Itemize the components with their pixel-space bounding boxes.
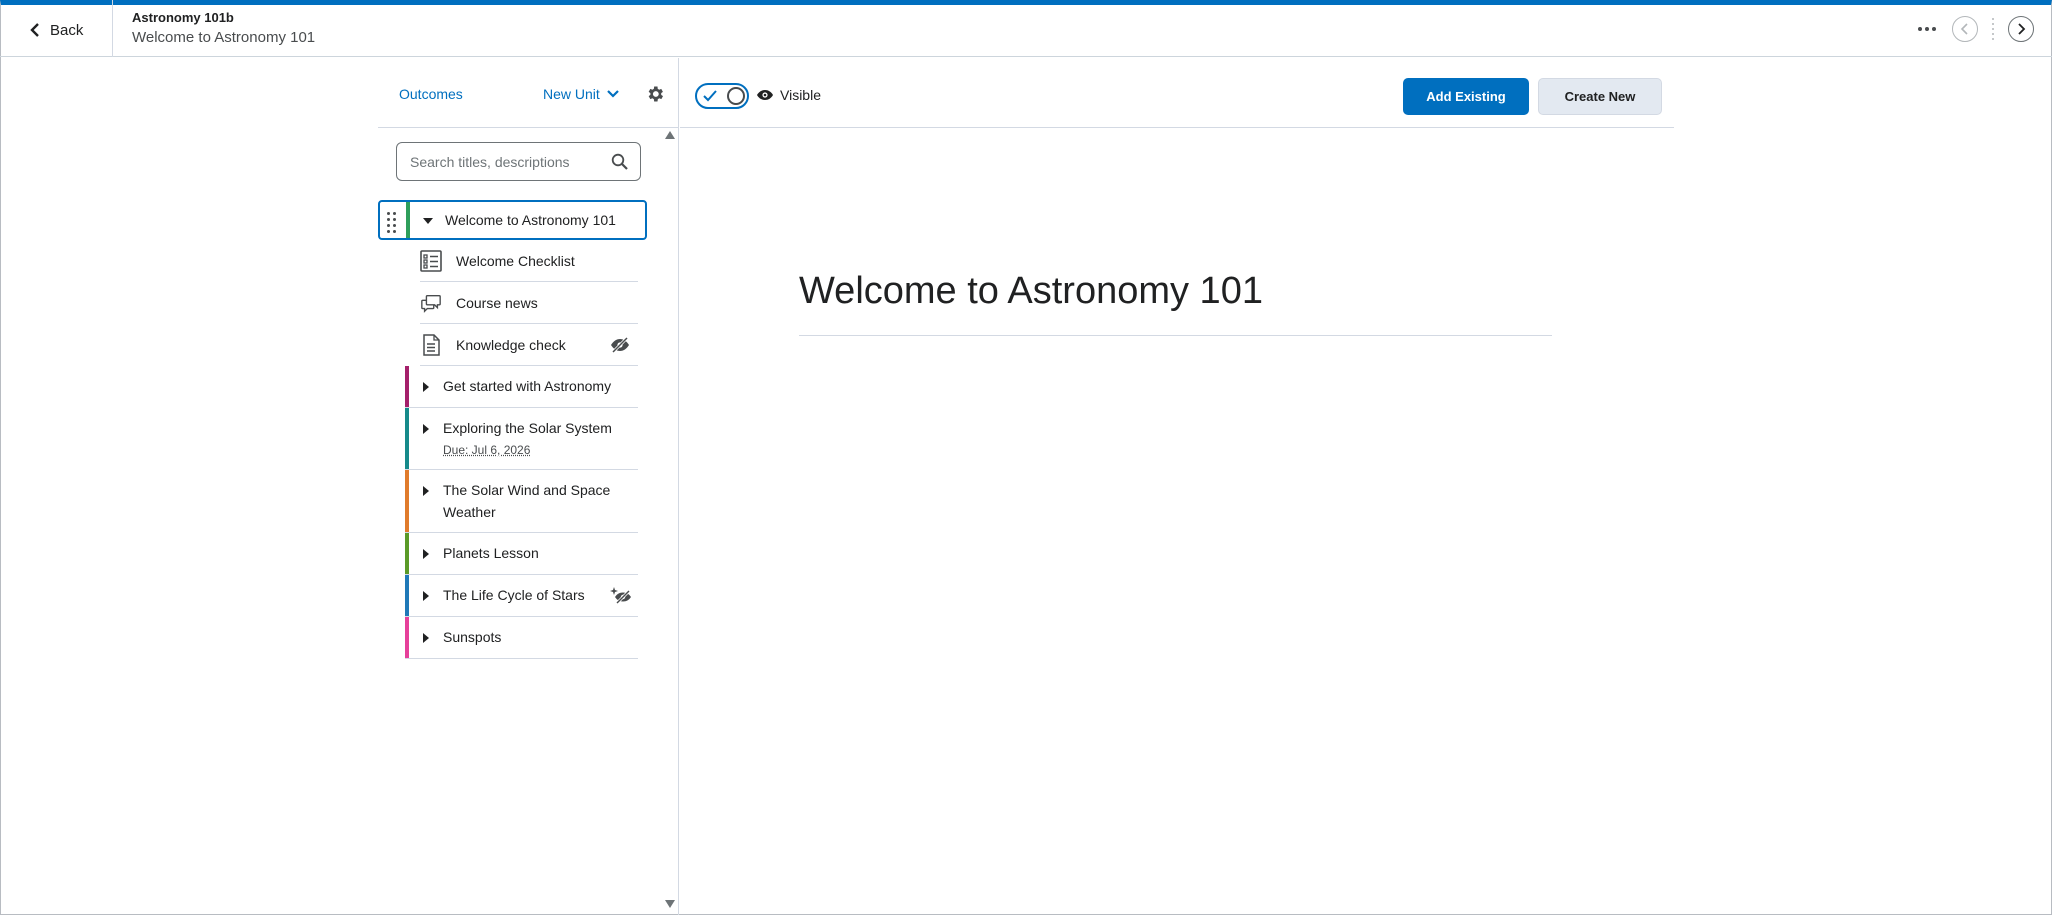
unit-title-text: Get started with Astronomy: [443, 378, 612, 394]
unit-item[interactable]: The Solar Wind and Space Weather: [405, 470, 638, 533]
chevron-left-icon: [1960, 23, 1968, 35]
unit-color-bar: [405, 408, 409, 469]
unit-color-bar: [405, 533, 409, 574]
caret-right-icon[interactable]: [419, 631, 433, 645]
content-toolbar: Visible Add Existing Create New: [680, 58, 1674, 128]
gear-icon[interactable]: [645, 84, 665, 104]
topic-knowledge-check[interactable]: Knowledge check: [420, 324, 638, 366]
caret-right-icon[interactable]: [419, 380, 433, 394]
visibility-label: Visible: [780, 87, 821, 103]
unit-color-bar: [405, 617, 409, 658]
unit-title-text: The Life Cycle of Stars: [443, 587, 585, 603]
app-window: [0, 0, 2052, 915]
add-existing-button[interactable]: Add Existing: [1403, 78, 1529, 115]
new-unit-button[interactable]: New Unit: [543, 86, 619, 102]
topic-welcome-checklist[interactable]: Welcome Checklist: [420, 240, 638, 282]
back-label: Back: [50, 21, 84, 39]
toc-header: Outcomes New Unit: [378, 58, 678, 128]
unit-title-text: Planets Lesson: [443, 545, 539, 561]
topic-title: Welcome Checklist: [456, 252, 575, 269]
unit-item[interactable]: Exploring the Solar System Due: Jul 6, 20…: [405, 408, 638, 470]
previous-button[interactable]: [1952, 16, 1978, 42]
unit-title: Planets Lesson: [443, 533, 638, 573]
sparkle-hidden-icon: [610, 586, 632, 609]
unit-item[interactable]: Planets Lesson: [405, 533, 638, 575]
unit-title: The Solar Wind and Space Weather: [443, 470, 638, 532]
unit-item[interactable]: Get started with Astronomy: [405, 366, 638, 408]
topic-course-news[interactable]: Course news: [420, 282, 638, 324]
toggle-knob: [727, 87, 745, 105]
title-divider: [799, 335, 1552, 336]
unit-color-bar: [405, 366, 409, 407]
search-input[interactable]: [410, 153, 611, 170]
unit-title: Welcome to Astronomy 101: [445, 212, 616, 228]
back-button[interactable]: Back: [30, 17, 83, 43]
divider: [112, 0, 113, 57]
unit-color-bar: [406, 202, 410, 238]
visibility-status: Visible: [756, 87, 821, 103]
outcomes-link[interactable]: Outcomes: [399, 86, 463, 102]
course-name: Astronomy 101b: [132, 10, 234, 25]
toc-tree: Welcome to Astronomy 101 Welcome Checkli…: [378, 200, 647, 659]
visibility-toggle[interactable]: [695, 83, 749, 109]
next-button[interactable]: [2008, 16, 2034, 42]
topic-title: Course news: [456, 294, 538, 311]
unit-title-text: Exploring the Solar System: [443, 420, 612, 436]
unit-welcome-to-astronomy-101[interactable]: Welcome to Astronomy 101: [378, 200, 647, 240]
checklist-icon: [420, 249, 442, 272]
top-bar: Back Astronomy 101b Welcome to Astronomy…: [0, 0, 2052, 57]
content-title: Welcome to Astronomy 101: [799, 270, 1263, 312]
unit-title-text: The Solar Wind and Space Weather: [443, 482, 611, 520]
unit-item[interactable]: Sunspots: [405, 617, 638, 659]
breadcrumb: Astronomy 101b Welcome to Astronomy 101: [132, 9, 315, 49]
eye-icon: [757, 90, 773, 100]
separator-dots: [1992, 18, 1994, 40]
new-unit-label: New Unit: [543, 86, 600, 102]
search-icon[interactable]: [611, 153, 628, 170]
page-title: Welcome to Astronomy 101: [132, 29, 316, 46]
unit-title: Sunspots: [443, 617, 638, 657]
chevron-left-icon: [30, 23, 39, 37]
search-box: [396, 142, 641, 181]
unit-color-bar: [405, 470, 409, 532]
check-icon: [703, 90, 717, 102]
unit-list: Get started with Astronomy Exploring the …: [378, 366, 638, 659]
drag-handle-icon[interactable]: [387, 212, 396, 233]
unit-item[interactable]: The Life Cycle of Stars: [405, 575, 638, 617]
scroll-up-arrow[interactable]: [665, 131, 675, 139]
top-actions: [1916, 14, 2034, 44]
unit-title: Exploring the Solar System Due: Jul 6, 20…: [443, 408, 638, 469]
create-new-button[interactable]: Create New: [1538, 78, 1662, 115]
unit-title: Get started with Astronomy: [443, 366, 638, 406]
unit-title: The Life Cycle of Stars: [443, 575, 610, 615]
caret-right-icon[interactable]: [419, 589, 433, 603]
hidden-eye-icon: [611, 336, 629, 353]
discussion-icon: [420, 292, 442, 314]
due-date: Due: Jul 6, 2026: [443, 443, 531, 457]
caret-right-icon[interactable]: [419, 547, 433, 561]
document-icon: [420, 333, 442, 356]
scroll-down-arrow[interactable]: [665, 900, 675, 908]
more-options-icon[interactable]: [1916, 27, 1938, 31]
caret-down-icon[interactable]: [421, 214, 435, 228]
topic-title: Knowledge check: [456, 336, 566, 353]
chevron-down-icon: [607, 90, 619, 98]
caret-right-icon[interactable]: [419, 422, 433, 436]
chevron-right-icon: [2018, 23, 2026, 35]
table-of-contents-panel: Outcomes New Unit Welcome to Astronomy 1…: [378, 58, 679, 915]
caret-right-icon[interactable]: [419, 484, 433, 498]
unit-color-bar: [405, 575, 409, 616]
unit-title-text: Sunspots: [443, 629, 502, 645]
